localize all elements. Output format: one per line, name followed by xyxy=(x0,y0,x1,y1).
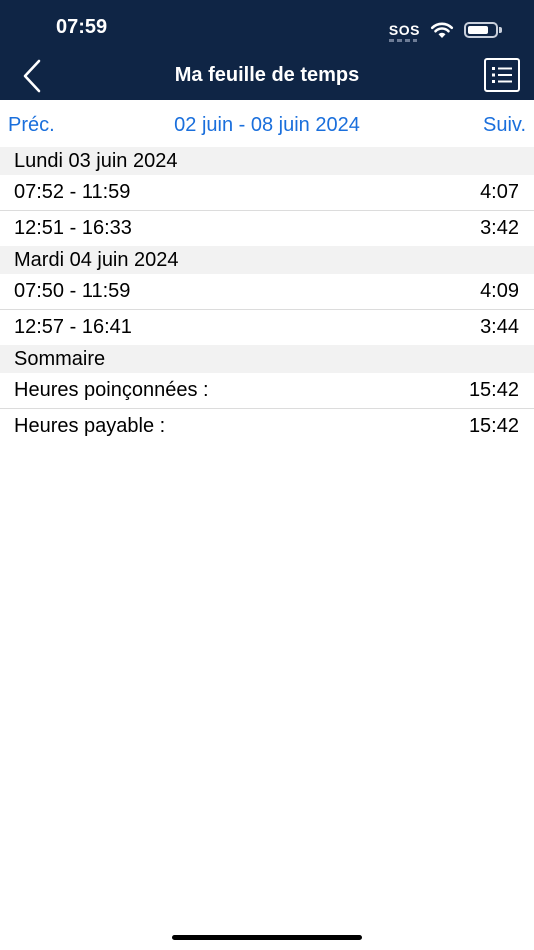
summary-header: Sommaire xyxy=(0,345,534,373)
punched-hours-label: Heures poinçonnées : xyxy=(14,379,209,401)
payable-hours-label: Heures payable : xyxy=(14,415,166,437)
entry-duration: 4:09 xyxy=(480,280,519,302)
status-time: 07:59 xyxy=(56,16,108,38)
payable-hours-value: 15:42 xyxy=(468,415,519,437)
next-week-link[interactable]: Suiv. xyxy=(483,114,526,137)
status-indicators: SOS xyxy=(388,18,502,42)
time-entry-row[interactable]: 12:57 - 16:41 3:44 xyxy=(0,310,534,345)
top-bar: 07:59 SOS Ma feuille de temps xyxy=(0,0,534,100)
battery-icon xyxy=(464,22,502,38)
summary-row-punched: Heures poinçonnées : 15:42 xyxy=(0,373,534,409)
list-view-button[interactable] xyxy=(484,58,520,92)
sos-indicator: SOS xyxy=(388,22,420,42)
battery-fill xyxy=(468,26,488,34)
time-range: 07:50 - 11:59 xyxy=(14,280,131,302)
wifi-icon xyxy=(430,22,454,38)
day-header: Mardi 04 juin 2024 xyxy=(0,246,534,274)
sos-label: SOS xyxy=(388,22,420,38)
entry-duration: 4:07 xyxy=(480,181,519,203)
time-range: 07:52 - 11:59 xyxy=(14,181,131,203)
week-range[interactable]: 02 juin - 08 juin 2024 xyxy=(0,114,534,137)
previous-week-link[interactable]: Préc. xyxy=(8,114,55,137)
summary-row-payable: Heures payable : 15:42 xyxy=(0,409,534,444)
list-icon xyxy=(492,67,512,83)
entry-duration: 3:44 xyxy=(480,316,519,338)
punched-hours-value: 15:42 xyxy=(468,379,519,401)
entry-duration: 3:42 xyxy=(480,217,519,239)
time-entry-row[interactable]: 12:51 - 16:33 3:42 xyxy=(0,211,534,246)
battery-nub xyxy=(499,27,502,33)
day-header: Lundi 03 juin 2024 xyxy=(0,147,534,175)
time-range: 12:57 - 16:41 xyxy=(14,316,132,338)
time-entry-row[interactable]: 07:52 - 11:59 4:07 xyxy=(0,175,534,211)
timesheet-list: Lundi 03 juin 2024 07:52 - 11:59 4:07 12… xyxy=(0,147,534,444)
page-title: Ma feuille de temps xyxy=(174,64,360,86)
time-entry-row[interactable]: 07:50 - 11:59 4:09 xyxy=(0,274,534,310)
home-indicator[interactable] xyxy=(172,935,362,940)
signal-dots-icon xyxy=(388,39,417,42)
time-range: 12:51 - 16:33 xyxy=(14,217,132,239)
week-navigator: 02 juin - 08 juin 2024 Préc. Suiv. xyxy=(0,100,534,146)
